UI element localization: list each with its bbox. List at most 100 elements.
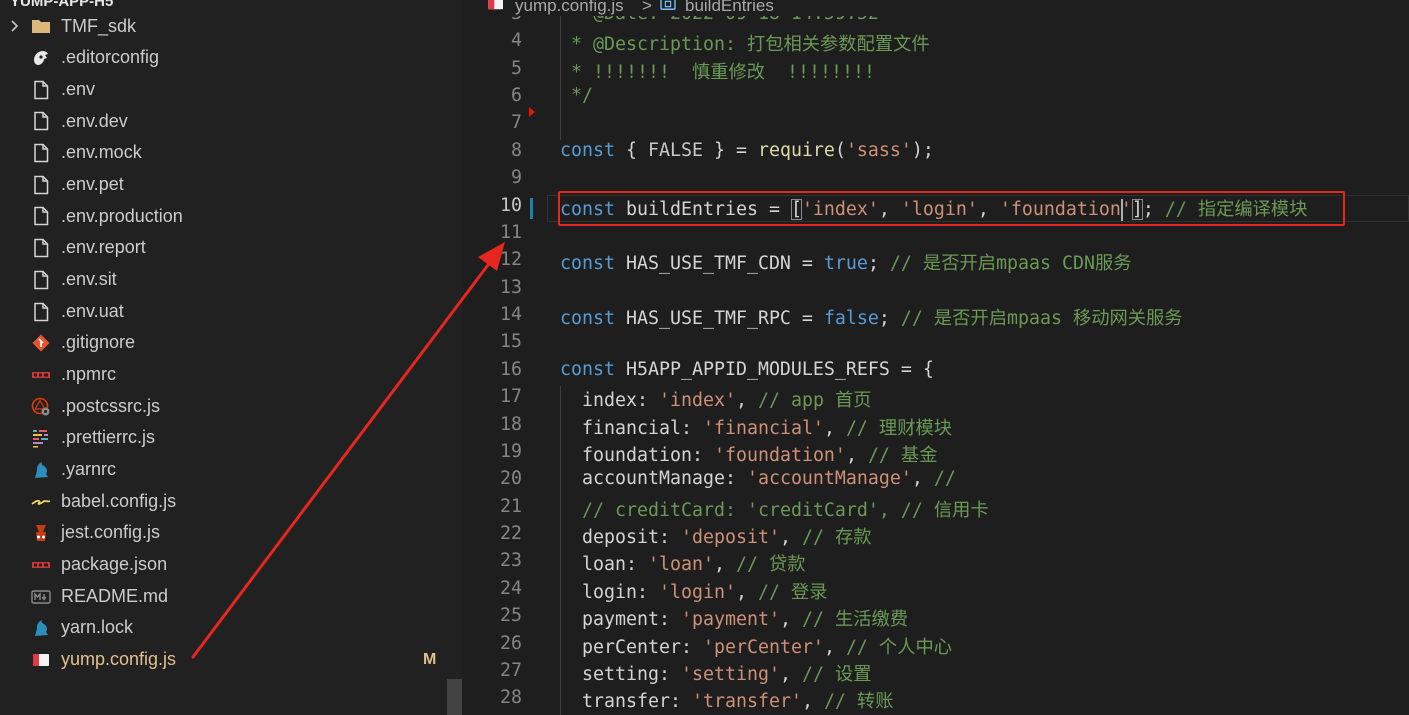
explorer-item[interactable]: .env.uat (0, 296, 462, 328)
explorer-item[interactable]: .env (0, 74, 462, 106)
code-token: foundation: (560, 444, 714, 466)
code-line[interactable]: 5 * !!!!!!! 慎重修改 !!!!!!!! (462, 58, 1409, 85)
code-token: // 生活缴费 (801, 609, 909, 631)
code-token: * !!!!!!! 慎重修改 !!!!!!!! (560, 61, 875, 83)
code-line[interactable]: 6 */ (462, 85, 1409, 112)
code-token: // 理财模块 (845, 417, 952, 439)
code-line[interactable]: 4 * @Description: 打包相关参数配置文件 (462, 30, 1409, 57)
explorer-item[interactable]: .env.mock (0, 137, 462, 169)
code-line[interactable]: 26 perCenter: 'perCenter', // 个人中心 (462, 633, 1409, 660)
explorer-item[interactable]: yarn.lock (0, 612, 462, 644)
code-line[interactable]: 18 financial: 'financial', // 理财模块 (462, 414, 1409, 441)
explorer-item-label: .npmrc (61, 364, 117, 385)
code-token: // app 首页 (757, 390, 872, 412)
line-number: 11 (500, 221, 522, 243)
explorer-scrollbar[interactable] (447, 679, 462, 715)
code-token: , (779, 609, 802, 631)
code-token: index: (560, 390, 659, 412)
explorer-root-title: YUMP-APP-H5 (10, 0, 114, 10)
code-token: 'transfer' (691, 691, 802, 713)
explorer-item[interactable]: .editorconfig (0, 42, 462, 74)
explorer-item[interactable]: babel.config.js (0, 486, 462, 518)
explorer-item[interactable]: README.md (0, 581, 462, 613)
code-editor[interactable]: yump.config.js > buildEntries 3 * @Date:… (462, 0, 1409, 715)
line-number: 22 (500, 523, 522, 545)
code-token: { (614, 139, 648, 161)
git-icon (31, 333, 51, 353)
file-icon (31, 80, 51, 100)
line-number: 14 (500, 304, 522, 326)
git-gutter-modified-marker[interactable] (530, 197, 533, 219)
explorer-item-label: .env.sit (61, 269, 117, 289)
code-line[interactable]: 25 payment: 'payment', // 生活缴费 (462, 605, 1409, 632)
code-token: HAS_USE_TMF_RPC = (614, 308, 824, 330)
code-token: , (779, 527, 802, 549)
breadcrumb-file[interactable]: yump.config.js (515, 0, 624, 16)
code-token: 'financial' (702, 417, 824, 439)
code-line[interactable]: 16 const H5APP_APPID_MODULES_REFS = { (462, 359, 1409, 386)
line-number: 15 (500, 331, 522, 353)
code-token: // creditCard: 'creditCard', // 信用卡 (582, 499, 989, 521)
code-line[interactable]: 7 (462, 112, 1409, 139)
explorer-item-label: package.json (61, 554, 168, 575)
explorer-item[interactable]: .env.dev (0, 106, 462, 138)
code-token: loan: (560, 554, 648, 576)
code-line[interactable]: 14 const HAS_USE_TMF_RPC = false; // 是否开启… (462, 304, 1409, 331)
code-line[interactable]: 11 (462, 222, 1409, 249)
explorer-item[interactable]: .gitignore (0, 327, 462, 359)
code-lines[interactable]: 3 * @Date: 2022-09-18 14:59:524 * @Descr… (462, 0, 1409, 715)
code-line[interactable]: 15 (462, 331, 1409, 358)
code-token: H5APP_APPID_MODULES_REFS = { (614, 358, 934, 380)
explorer-item[interactable]: jest.config.js (0, 517, 462, 549)
code-token: // 是否开启mpaas 移动网关服务 (889, 308, 1183, 330)
explorer-item[interactable]: .env.sit (0, 264, 462, 296)
git-gutter-deleted-marker[interactable] (529, 107, 535, 118)
code-token: const (560, 358, 615, 380)
explorer-item[interactable]: .env.pet (0, 169, 462, 201)
code-line[interactable]: 20 accountManage: 'accountManage', // (462, 468, 1409, 495)
code-line[interactable]: 12 const HAS_USE_TMF_CDN = true; // 是否开启m… (462, 249, 1409, 276)
code-text: // creditCard: 'creditCard', // 信用卡 (560, 496, 989, 522)
code-line[interactable]: 27 setting: 'setting', // 设置 (462, 660, 1409, 687)
code-line[interactable]: 21 // creditCard: 'creditCard', // 信用卡 (462, 496, 1409, 523)
code-line[interactable]: 19 foundation: 'foundation', // 基金 (462, 441, 1409, 468)
code-text: transfer: 'transfer', // 转账 (560, 687, 893, 713)
explorer-item[interactable]: .env.report (0, 232, 462, 264)
line-number: 28 (500, 687, 522, 709)
explorer-item[interactable]: package.json (0, 549, 462, 581)
code-text: loan: 'loan', // 贷款 (560, 550, 806, 576)
explorer-item[interactable]: .prettierrc.js (0, 422, 462, 454)
code-line[interactable]: 13 (462, 277, 1409, 304)
code-token: // 登录 (757, 581, 828, 603)
explorer-header[interactable]: YUMP-APP-H5 (0, 0, 462, 17)
code-line[interactable]: 8 const { FALSE } = require('sass'); (462, 140, 1409, 167)
line-number: 24 (500, 577, 522, 599)
explorer-item[interactable]: .postcssrc.js (0, 391, 462, 423)
code-token: */ (560, 85, 593, 107)
explorer-item-label: .env.production (61, 205, 183, 226)
code-token: // 是否开启mpaas CDN服务 (878, 253, 1132, 275)
code-token: financial: (560, 417, 703, 439)
code-line[interactable]: 24 login: 'login', // 登录 (462, 578, 1409, 605)
code-line[interactable]: 17 index: 'index', // app 首页 (462, 386, 1409, 413)
code-line[interactable]: 23 loan: 'loan', // 贷款 (462, 550, 1409, 577)
code-text: index: 'index', // app 首页 (560, 386, 872, 412)
line-number: 10 (500, 194, 522, 216)
code-token: deposit: (560, 527, 681, 549)
breadcrumb: yump.config.js > buildEntries (462, 0, 1409, 16)
code-line[interactable]: 22 deposit: 'deposit', // 存款 (462, 523, 1409, 550)
breadcrumb-symbol[interactable]: buildEntries (685, 0, 774, 16)
explorer-item[interactable]: .yarnrc (0, 454, 462, 486)
line-number: 13 (500, 276, 522, 298)
code-line[interactable]: 28 transfer: 'transfer', // 转账 (462, 687, 1409, 714)
prettier-icon (31, 428, 51, 448)
line-number: 16 (500, 358, 522, 380)
chevron-right-icon[interactable] (6, 18, 22, 34)
explorer-item[interactable]: .env.production (0, 201, 462, 233)
code-token: require (757, 139, 835, 161)
line-number: 27 (500, 659, 522, 681)
explorer-item[interactable]: yump.config.js M (0, 644, 462, 676)
explorer-item[interactable]: .npmrc (0, 359, 462, 391)
git-status-badge: M (423, 651, 437, 669)
